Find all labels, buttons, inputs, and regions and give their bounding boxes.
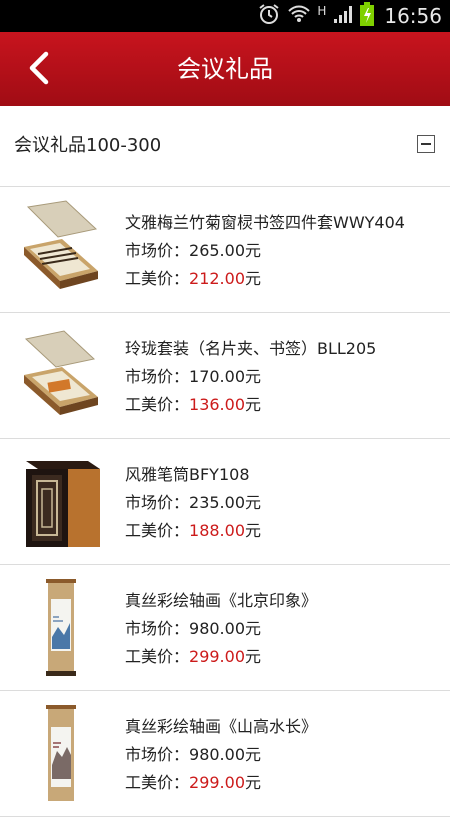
- category-header[interactable]: 会议礼品100-300: [0, 106, 450, 187]
- gift-box-image: [24, 200, 98, 289]
- market-price: 市场价：980.00元: [125, 745, 262, 764]
- member-price: 工美价：188.00元: [125, 521, 262, 540]
- battery-icon: [360, 2, 375, 30]
- product-name: 真丝彩绘轴画《山高水长》: [125, 717, 318, 736]
- category-title: 会议礼品100-300: [14, 135, 162, 156]
- signal-icon: [332, 3, 354, 29]
- alarm-icon: [257, 2, 281, 30]
- pen-holder-image: [26, 461, 100, 547]
- product-name: 玲珑套装（名片夹、书签）BLL205: [125, 339, 377, 358]
- list-item[interactable]: 真丝彩绘轴画《北京印象》 市场价：980.00元 工美价：299.00元: [0, 565, 450, 691]
- member-price: 工美价：299.00元: [125, 647, 262, 666]
- page-title: 会议礼品: [177, 55, 273, 83]
- list-item[interactable]: 真丝彩绘轴画《山高水长》 市场价：980.00元 工美价：299.00元: [0, 691, 450, 817]
- product-name: 文雅梅兰竹菊窗棂书签四件套WWY404: [125, 213, 405, 232]
- market-price: 市场价：235.00元: [125, 493, 262, 512]
- member-price: 工美价：136.00元: [125, 395, 262, 414]
- market-price: 市场价：170.00元: [125, 367, 262, 386]
- list-item[interactable]: 风雅笔筒BFY108 市场价：235.00元 工美价：188.00元: [0, 439, 450, 565]
- gift-box-image: [24, 330, 98, 415]
- network-type: H: [317, 4, 327, 18]
- status-bar: H 16:56: [0, 0, 450, 32]
- product-name: 真丝彩绘轴画《北京印象》: [125, 591, 318, 610]
- list-item[interactable]: 玲珑套装（名片夹、书签）BLL205 市场价：170.00元 工美价：136.0…: [0, 313, 450, 439]
- wifi-icon: [287, 2, 311, 30]
- chevron-left-icon: [29, 51, 49, 85]
- market-price: 市场价：265.00元: [125, 241, 262, 260]
- member-price: 工美价：299.00元: [125, 773, 262, 792]
- list-item[interactable]: 文雅梅兰竹菊窗棂书签四件套WWY404 市场价：265.00元 工美价：212.…: [0, 187, 450, 313]
- minus-box-icon[interactable]: [417, 135, 435, 153]
- scroll-painting-image: [46, 579, 76, 676]
- member-price: 工美价：212.00元: [125, 269, 262, 288]
- back-button[interactable]: [20, 46, 64, 90]
- clock: 16:56: [384, 4, 442, 28]
- market-price: 市场价：980.00元: [125, 619, 262, 638]
- product-name: 风雅笔筒BFY108: [125, 465, 250, 484]
- scroll-painting-image: [46, 705, 76, 801]
- app-header: 会议礼品: [0, 32, 450, 106]
